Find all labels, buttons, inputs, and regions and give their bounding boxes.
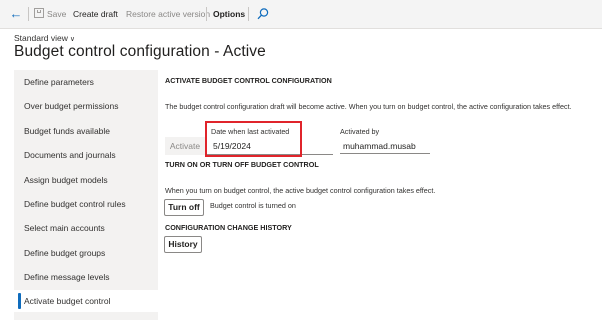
turn-on-off-description: When you turn on budget control, the act… bbox=[165, 186, 436, 195]
save-button[interactable]: Save bbox=[47, 0, 66, 28]
sidebar-item-over-budget-permissions[interactable]: Over budget permissions bbox=[14, 95, 158, 117]
sidebar: Define parameters Over budget permission… bbox=[14, 70, 158, 320]
history-button[interactable]: History bbox=[164, 236, 202, 253]
sidebar-item-budget-funds-available[interactable]: Budget funds available bbox=[14, 120, 158, 142]
search-icon[interactable] bbox=[256, 7, 270, 21]
sidebar-item-activate-budget-control[interactable]: Activate budget control bbox=[14, 290, 158, 312]
sidebar-item-select-main-accounts[interactable]: Select main accounts bbox=[14, 217, 158, 239]
section-heading-turn-on-off: TURN ON OR TURN OFF BUDGET CONTROL bbox=[165, 160, 319, 169]
toolbar-divider bbox=[28, 7, 29, 21]
options-tab[interactable]: Options bbox=[213, 0, 245, 28]
toolbar-divider bbox=[206, 7, 207, 21]
back-arrow-icon[interactable]: ← bbox=[6, 0, 26, 28]
page-title: Budget control configuration - Active bbox=[14, 43, 266, 60]
activate-button[interactable]: Activate bbox=[165, 137, 205, 155]
section-heading-activate: ACTIVATE BUDGET CONTROL CONFIGURATION bbox=[165, 76, 332, 85]
sidebar-item-define-budget-control-rules[interactable]: Define budget control rules bbox=[14, 193, 158, 215]
sidebar-item-define-parameters[interactable]: Define parameters bbox=[14, 71, 158, 93]
activated-by-underline bbox=[340, 153, 430, 154]
toolbar-divider bbox=[248, 7, 249, 21]
sidebar-item-define-budget-groups[interactable]: Define budget groups bbox=[14, 242, 158, 264]
section-heading-history: CONFIGURATION CHANGE HISTORY bbox=[165, 223, 292, 232]
budget-control-status: Budget control is turned on bbox=[210, 201, 296, 210]
restore-active-version-button[interactable]: Restore active version bbox=[126, 0, 210, 28]
chevron-down-icon: ∨ bbox=[69, 36, 75, 43]
create-draft-button[interactable]: Create draft bbox=[73, 0, 118, 28]
sidebar-item-documents-and-journals[interactable]: Documents and journals bbox=[14, 144, 158, 166]
view-label: Standard view bbox=[14, 33, 68, 43]
save-icon bbox=[34, 8, 44, 18]
highlight-box bbox=[205, 121, 302, 157]
activated-by-label: Activated by bbox=[340, 127, 380, 136]
sidebar-item-assign-budget-models[interactable]: Assign budget models bbox=[14, 169, 158, 191]
turn-off-button[interactable]: Turn off bbox=[164, 199, 204, 216]
action-toolbar: ← Save Create draft Restore active versi… bbox=[0, 0, 602, 29]
sidebar-item-define-message-levels[interactable]: Define message levels bbox=[14, 266, 158, 288]
view-selector[interactable]: Standard view ∨ bbox=[14, 33, 75, 43]
activate-description: The budget control configuration draft w… bbox=[165, 102, 572, 111]
activated-by-field: muhammad.musab bbox=[343, 141, 416, 151]
